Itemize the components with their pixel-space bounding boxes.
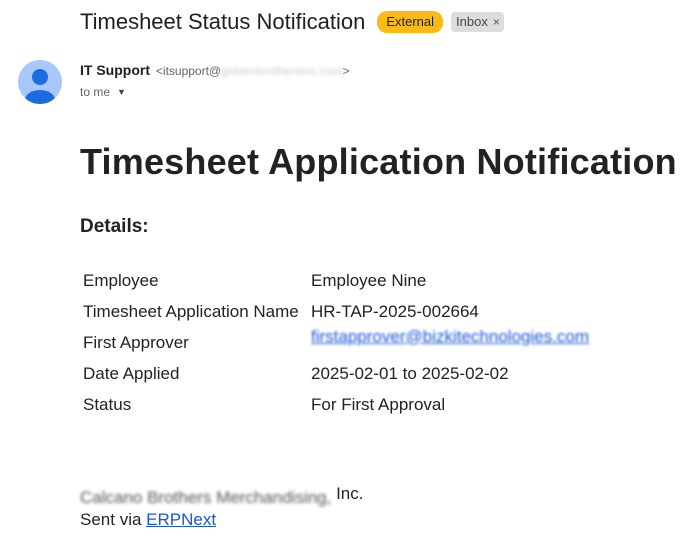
- sender-email-domain: goldenbrothersinc.com: [221, 64, 343, 78]
- inbox-label-chip[interactable]: Inbox ×: [451, 12, 504, 32]
- table-row: Date Applied 2025-02-01 to 2025-02-02: [81, 358, 591, 389]
- company-signature: Calcano Brothers Merchandising, Inc.: [80, 484, 364, 507]
- erpnext-link[interactable]: ERPNext: [146, 510, 216, 529]
- person-icon: [25, 69, 55, 104]
- recipient-label: to me: [80, 85, 111, 99]
- details-heading: Details:: [80, 216, 149, 237]
- sent-via-prefix: Sent via: [80, 510, 147, 529]
- sender-row: IT Support <itsupport@goldenbrothersinc.…: [80, 62, 350, 78]
- remove-label-icon[interactable]: ×: [493, 14, 500, 30]
- recipient-row[interactable]: to me ▼: [80, 85, 126, 99]
- chevron-down-icon[interactable]: ▼: [117, 87, 126, 97]
- sender-email-prefix: <itsupport@: [155, 64, 222, 78]
- details-table: Employee Employee Nine Timesheet Applica…: [81, 265, 591, 420]
- sender-name[interactable]: IT Support: [80, 62, 150, 78]
- approver-email-link[interactable]: firstapprover@bizkitechnologies.com: [311, 327, 589, 347]
- email-subject: Timesheet Status Notification: [80, 9, 366, 34]
- row-label: Date Applied: [83, 363, 180, 383]
- subject-row: Timesheet Status Notification External I…: [80, 6, 504, 38]
- company-name-obscured: Calcano Brothers Merchandising,: [80, 488, 332, 507]
- sender-email-suffix: >: [342, 64, 350, 78]
- table-row: Employee Employee Nine: [81, 265, 591, 296]
- table-row: Status For First Approval: [81, 389, 591, 420]
- row-value: firstapprover@bizkitechnologies.com: [309, 327, 591, 358]
- row-label: Status: [83, 394, 132, 414]
- sender-avatar[interactable]: [18, 60, 62, 104]
- row-label: Employee: [83, 270, 159, 290]
- row-value: 2025-02-01 to 2025-02-02: [311, 363, 509, 383]
- row-value: For First Approval: [311, 394, 446, 414]
- sender-email: <itsupport@goldenbrothersinc.com>: [156, 64, 350, 78]
- row-label: Timesheet Application Name: [83, 301, 299, 321]
- company-name-suffix: Inc.: [331, 484, 364, 503]
- external-label-chip: External: [377, 11, 444, 33]
- row-value: HR-TAP-2025-002664: [311, 301, 479, 321]
- sent-via-line: Sent via ERPNext: [80, 510, 216, 530]
- table-row: Timesheet Application Name HR-TAP-2025-0…: [81, 296, 591, 327]
- message-heading: Timesheet Application Notification: [80, 141, 677, 182]
- inbox-label-text: Inbox: [456, 14, 488, 29]
- row-label: First Approver: [83, 332, 189, 352]
- table-row: First Approver firstapprover@bizkitechno…: [81, 327, 591, 358]
- row-value: Employee Nine: [311, 270, 427, 290]
